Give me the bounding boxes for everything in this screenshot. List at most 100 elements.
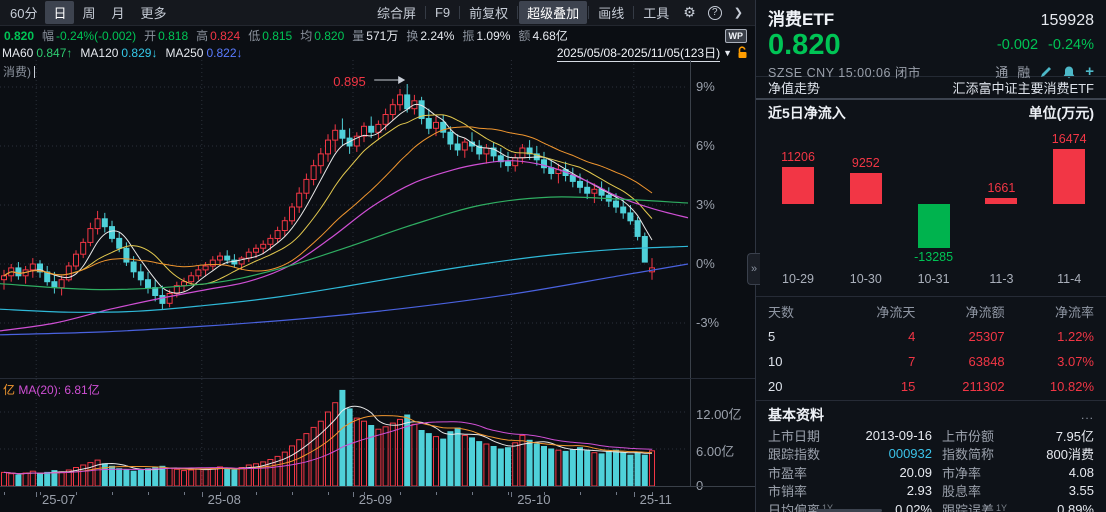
index-code-link[interactable]: 000932 — [854, 446, 942, 461]
period-tab-月[interactable]: 月 — [104, 1, 133, 24]
volume-y-axis: 12.00亿6.00亿0 — [690, 379, 755, 486]
stat-label-振: 振 — [462, 27, 474, 44]
volume-axis-label: 12.00亿 — [696, 404, 742, 423]
gear-icon[interactable]: ⚙ — [677, 4, 702, 21]
help-icon[interactable]: ? — [708, 6, 722, 20]
net-inflow-bar-chart: 1120610-29925210-30-1328510-31166111-316… — [756, 125, 1106, 297]
bell-icon[interactable] — [1062, 65, 1076, 79]
minor-tick — [40, 492, 41, 495]
price-change: -0.002-0.24% — [997, 37, 1094, 53]
inflow-value: 11206 — [763, 150, 833, 164]
panel-collapse-handle[interactable]: » — [747, 253, 760, 285]
stat-value-均: 0.820 — [314, 29, 344, 43]
tool-button-超级叠加[interactable]: 超级叠加 — [519, 1, 587, 24]
inflow-value: 1661 — [966, 181, 1036, 195]
month-label: 25-07 — [42, 492, 75, 507]
flow-table-row: 201521130210.82% — [768, 374, 1094, 399]
inflow-bar-11-3 — [985, 198, 1017, 204]
period-tab-60分[interactable]: 60分 — [2, 1, 45, 24]
netvalue-nav-row[interactable]: 净值走势 汇添富中证主要消费ETF — [756, 76, 1106, 100]
chart-corner-label: 消费) — [3, 63, 35, 80]
minor-tick — [436, 492, 437, 495]
netvalue-trend-link[interactable]: 净值走势 — [768, 78, 820, 97]
stock-info-panel: 消费ETF 159928 0.820 -0.002-0.24% SZSE CNY… — [755, 0, 1106, 512]
minor-tick — [472, 492, 473, 495]
month-tick — [511, 492, 512, 497]
inflow-date: 10-31 — [899, 272, 969, 286]
ma-legend-row: MA600.847↑MA1200.829↓MA2500.822↓ 2025/05… — [0, 45, 755, 60]
minor-tick — [76, 492, 77, 495]
toolbar: 60分日周月更多 综合屏F9前复权超级叠加画线工具⚙? ❯ — [0, 0, 755, 26]
net-inflow-table: 天数净流天净流额净流率54253071.22%107638483.07%2015… — [756, 297, 1106, 401]
trading-app-window: 60分日周月更多 综合屏F9前复权超级叠加画线工具⚙? ❯ 0.820 幅-0.2… — [0, 0, 1106, 512]
pencil-icon[interactable] — [1039, 65, 1053, 79]
volume-chart-pane[interactable]: 亿 MA(20): 6.81亿 12.00亿6.00亿0 — [0, 378, 755, 486]
price-chart-pane[interactable]: 消费) 0.895 9%6%3%0%-3% — [0, 60, 755, 378]
basic-info-section: 基本资料 ... 上市日期2013-09-16上市份额7.95亿跟踪指数0009… — [756, 401, 1106, 512]
month-label: 25-10 — [517, 492, 550, 507]
daily-stats-bar: 0.820 幅-0.24%(-0.002)开0.818高0.824低0.815均… — [0, 26, 755, 45]
flow-table-row: 54253071.22% — [768, 324, 1094, 349]
price-axis-label: 6% — [696, 138, 715, 153]
volume-chart[interactable] — [0, 379, 690, 486]
more-button[interactable]: ... — [1081, 408, 1094, 422]
inflow-bar-11-4 — [1053, 149, 1085, 204]
period-tab-日[interactable]: 日 — [45, 1, 74, 24]
stat-value-换: 2.24% — [420, 29, 454, 43]
month-tick — [353, 492, 354, 497]
chevron-down-icon[interactable]: ▼ — [723, 48, 732, 58]
stat-label-开: 开 — [144, 27, 156, 44]
month-tick — [36, 492, 37, 497]
volume-axis-label: 6.00亿 — [696, 441, 734, 460]
period-tab-更多[interactable]: 更多 — [133, 1, 175, 24]
basic-info-value: 800消费 — [1034, 444, 1094, 463]
inflow-value: 9252 — [831, 156, 901, 170]
kline-section: 60分日周月更多 综合屏F9前复权超级叠加画线工具⚙? ❯ 0.820 幅-0.2… — [0, 0, 755, 512]
minor-tick — [328, 492, 329, 495]
stat-label-高: 高 — [196, 27, 208, 44]
minor-tick — [580, 492, 581, 495]
inflow-date: 10-29 — [763, 272, 833, 286]
inflow-date: 11-4 — [1034, 272, 1104, 286]
period-tab-周[interactable]: 周 — [74, 1, 103, 24]
minor-tick — [508, 492, 509, 495]
tool-button-F9[interactable]: F9 — [427, 3, 458, 22]
minor-tick — [184, 492, 185, 495]
tool-button-工具[interactable]: 工具 — [635, 1, 677, 24]
minor-tick — [256, 492, 257, 495]
stat-label-幅: 幅 — [42, 27, 54, 44]
ma-legend-MA250: MA2500.822↓ — [165, 46, 242, 60]
stat-value-幅: -0.24%(-0.002) — [56, 29, 136, 43]
wp-badge-icon[interactable]: WP — [725, 29, 748, 43]
basic-info-row: 市销率2.93股息率3.55 — [768, 481, 1094, 499]
basic-info-rows: 上市日期2013-09-16上市份额7.95亿跟踪指数000932指数简称800… — [768, 426, 1094, 512]
candlestick-chart[interactable]: 0.895 — [0, 60, 690, 378]
last-price: 0.820 — [768, 30, 841, 60]
chevron-right-icon[interactable]: ❯ — [728, 6, 749, 19]
flow-unit: 单位(万元) — [1029, 103, 1094, 123]
inflow-bar-10-30 — [850, 173, 882, 204]
date-range-label[interactable]: 2025/05/08-2025/11/05(123日) — [557, 44, 720, 62]
basic-info-value: 7.95亿 — [1034, 426, 1094, 445]
price-axis-label: 3% — [696, 197, 715, 212]
unlock-icon[interactable] — [736, 46, 749, 59]
month-label: 25-08 — [208, 492, 241, 507]
inflow-date: 10-30 — [831, 272, 901, 286]
tool-buttons: 综合屏F9前复权超级叠加画线工具⚙? ❯ — [369, 0, 749, 25]
date-range-control[interactable]: 2025/05/08-2025/11/05(123日) ▼ — [557, 44, 749, 62]
stat-label-额: 额 — [518, 27, 530, 44]
basic-info-row: 跟踪指数000932指数简称800消费 — [768, 444, 1094, 462]
stat-value-额: 4.68亿 — [532, 27, 567, 44]
tool-button-综合屏[interactable]: 综合屏 — [369, 1, 424, 24]
flow-table-header: 天数净流天净流额净流率 — [768, 299, 1094, 324]
tool-button-前复权[interactable]: 前复权 — [461, 1, 516, 24]
text-cursor — [34, 66, 35, 78]
flow-section-header: 近5日净流入 单位(万元) — [756, 100, 1106, 125]
volume-ma-label: 亿 MA(20): 6.81亿 — [3, 381, 100, 398]
tool-button-画线[interactable]: 画线 — [590, 1, 632, 24]
inflow-value: -13285 — [899, 250, 969, 264]
stat-label-均: 均 — [300, 27, 312, 44]
basic-info-value: 20.09 — [854, 465, 942, 480]
minor-tick — [148, 492, 149, 495]
basic-info-row: 市盈率20.09市净率4.08 — [768, 463, 1094, 481]
